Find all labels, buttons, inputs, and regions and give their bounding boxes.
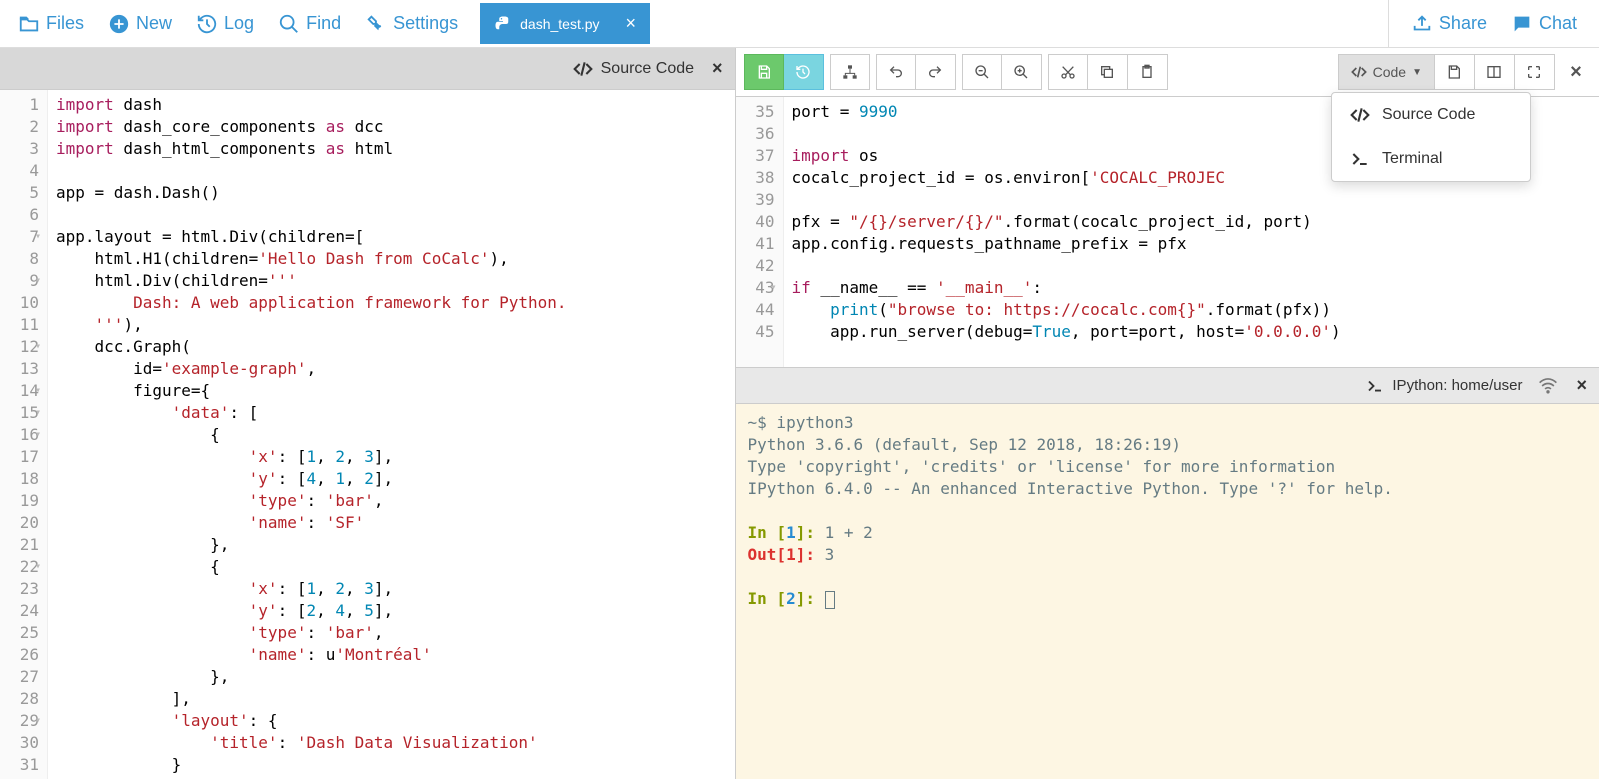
expand-icon bbox=[1526, 64, 1542, 80]
right-toolbar: Code ▼ × Source Code Termi bbox=[736, 48, 1599, 97]
right-gutter: 353637383940414243▾4445 bbox=[736, 97, 784, 367]
left-editor[interactable]: 1234567▾89▾101112▾1314▾15▾16▾17181920212… bbox=[0, 90, 735, 779]
code-icon bbox=[573, 59, 593, 79]
view-dropdown: Source Code Terminal bbox=[1331, 92, 1531, 182]
wrench-icon bbox=[365, 13, 387, 35]
chat-label: Chat bbox=[1539, 13, 1577, 34]
left-pane-title-text: Source Code bbox=[601, 60, 694, 78]
dropdown-terminal-label: Terminal bbox=[1382, 150, 1442, 168]
share-icon bbox=[1411, 13, 1433, 35]
code-icon bbox=[1350, 105, 1370, 125]
chat-button[interactable]: Chat bbox=[1501, 7, 1587, 41]
folder-icon bbox=[18, 13, 40, 35]
undo-button[interactable] bbox=[876, 54, 916, 90]
new-button[interactable]: New bbox=[98, 7, 182, 41]
find-label: Find bbox=[306, 13, 341, 34]
top-right-buttons: Share Chat bbox=[1388, 0, 1599, 47]
terminal-icon bbox=[1366, 377, 1384, 395]
code-dropdown-button[interactable]: Code ▼ bbox=[1338, 54, 1435, 90]
tab-close-icon[interactable]: × bbox=[626, 13, 637, 34]
right-pane-close-button[interactable]: × bbox=[1561, 54, 1591, 90]
left-code[interactable]: import dashimport dash_core_components a… bbox=[48, 90, 575, 779]
log-label: Log bbox=[224, 13, 254, 34]
terminal-pane: IPython: home/user × ~$ ipython3Python 3… bbox=[736, 368, 1599, 779]
search-icon bbox=[278, 13, 300, 35]
save-icon bbox=[1446, 64, 1462, 80]
caret-down-icon: ▼ bbox=[1412, 67, 1422, 78]
zoom-out-icon bbox=[974, 64, 990, 80]
right-code[interactable]: port = 9990import oscocalc_project_id = … bbox=[784, 97, 1349, 367]
terminal-body[interactable]: ~$ ipython3Python 3.6.6 (default, Sep 12… bbox=[736, 404, 1599, 779]
python-icon bbox=[494, 15, 512, 33]
left-pane-header: Source Code × bbox=[0, 48, 735, 90]
left-pane-close-icon[interactable]: × bbox=[712, 58, 723, 79]
close-icon: × bbox=[1570, 61, 1582, 84]
terminal-close-icon[interactable]: × bbox=[1576, 375, 1587, 396]
sitemap-button[interactable] bbox=[830, 54, 870, 90]
dropdown-source-code-label: Source Code bbox=[1382, 106, 1475, 124]
code-icon bbox=[1351, 64, 1367, 80]
top-left-buttons: Files New Log Find Settings bbox=[0, 7, 476, 41]
zoom-in-icon bbox=[1013, 64, 1029, 80]
copy-button[interactable] bbox=[1088, 54, 1128, 90]
right-top-pane: Code ▼ × Source Code Termi bbox=[736, 48, 1599, 368]
wifi-icon bbox=[1538, 376, 1558, 396]
columns-icon bbox=[1486, 64, 1502, 80]
terminal-title: IPython: home/user bbox=[1366, 377, 1522, 395]
zoom-in-button[interactable] bbox=[1002, 54, 1042, 90]
right-pane: Code ▼ × Source Code Termi bbox=[736, 48, 1599, 779]
code-dropdown-label: Code bbox=[1373, 64, 1406, 80]
cut-icon bbox=[1060, 64, 1076, 80]
left-gutter: 1234567▾89▾101112▾1314▾15▾16▾17181920212… bbox=[0, 90, 48, 779]
terminal-header: IPython: home/user × bbox=[736, 368, 1599, 404]
settings-button[interactable]: Settings bbox=[355, 7, 468, 41]
tab-filename: dash_test.py bbox=[520, 16, 599, 32]
zoom-out-button[interactable] bbox=[962, 54, 1002, 90]
redo-icon bbox=[927, 64, 943, 80]
chat-icon bbox=[1511, 13, 1533, 35]
terminal-title-text: IPython: home/user bbox=[1392, 377, 1522, 394]
redo-button[interactable] bbox=[916, 54, 956, 90]
share-button[interactable]: Share bbox=[1401, 7, 1497, 41]
save-button[interactable] bbox=[744, 54, 784, 90]
history-button[interactable] bbox=[784, 54, 824, 90]
history-icon bbox=[795, 64, 811, 80]
new-label: New bbox=[136, 13, 172, 34]
copy-icon bbox=[1099, 64, 1115, 80]
split-button[interactable] bbox=[1475, 54, 1515, 90]
left-pane-title: Source Code bbox=[573, 59, 694, 79]
dropdown-source-code[interactable]: Source Code bbox=[1332, 93, 1530, 137]
share-label: Share bbox=[1439, 13, 1487, 34]
paste-icon bbox=[1139, 64, 1155, 80]
file-tab[interactable]: dash_test.py × bbox=[480, 3, 650, 44]
cut-button[interactable] bbox=[1048, 54, 1088, 90]
settings-label: Settings bbox=[393, 13, 458, 34]
main-content: Source Code × 1234567▾89▾101112▾1314▾15▾… bbox=[0, 48, 1599, 779]
top-bar: Files New Log Find Settings dash_test.py… bbox=[0, 0, 1599, 48]
save-icon bbox=[756, 64, 772, 80]
undo-icon bbox=[888, 64, 904, 80]
left-pane: Source Code × 1234567▾89▾101112▾1314▾15▾… bbox=[0, 48, 736, 779]
files-label: Files bbox=[46, 13, 84, 34]
save-layout-button[interactable] bbox=[1435, 54, 1475, 90]
dropdown-terminal[interactable]: Terminal bbox=[1332, 137, 1530, 181]
plus-circle-icon bbox=[108, 13, 130, 35]
paste-button[interactable] bbox=[1128, 54, 1168, 90]
files-button[interactable]: Files bbox=[8, 7, 94, 41]
log-button[interactable]: Log bbox=[186, 7, 264, 41]
terminal-icon bbox=[1350, 149, 1370, 169]
find-button[interactable]: Find bbox=[268, 7, 351, 41]
fullscreen-button[interactable] bbox=[1515, 54, 1555, 90]
history-icon bbox=[196, 13, 218, 35]
sitemap-icon bbox=[842, 64, 858, 80]
